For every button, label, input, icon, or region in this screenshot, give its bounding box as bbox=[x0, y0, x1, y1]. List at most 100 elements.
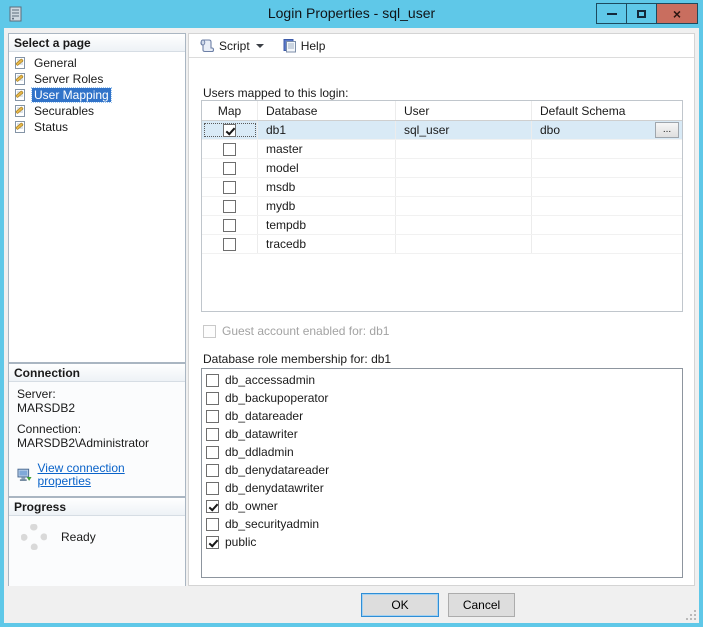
column-header-default-schema[interactable]: Default Schema bbox=[532, 101, 682, 120]
map-checkbox[interactable] bbox=[223, 161, 236, 175]
maximize-button[interactable] bbox=[626, 3, 657, 24]
script-dropdown-icon bbox=[255, 43, 264, 48]
table-row[interactable]: msdb bbox=[202, 178, 682, 197]
sidebar-item-label: User Mapping bbox=[31, 87, 112, 103]
default-schema-cell bbox=[532, 159, 682, 177]
sidebar-item-label: General bbox=[34, 56, 77, 70]
role-checkbox[interactable] bbox=[206, 535, 219, 549]
role-label: db_backupoperator bbox=[225, 391, 329, 405]
server-label: Server: bbox=[17, 387, 56, 401]
sidebar-item-status[interactable]: Status bbox=[11, 119, 183, 135]
close-icon: × bbox=[672, 5, 682, 22]
role-label: db_accessadmin bbox=[225, 373, 316, 387]
role-item-db_ddladmin[interactable]: db_ddladmin bbox=[202, 443, 682, 461]
default-schema-cell: dbo... bbox=[532, 121, 682, 139]
role-item-db_backupoperator[interactable]: db_backupoperator bbox=[202, 389, 682, 407]
script-button[interactable]: Script bbox=[195, 36, 268, 55]
map-cell bbox=[202, 178, 258, 196]
map-checkbox[interactable] bbox=[223, 237, 236, 251]
map-checkbox[interactable] bbox=[223, 218, 236, 232]
role-item-public[interactable]: public bbox=[202, 533, 682, 551]
page-icon bbox=[15, 73, 25, 85]
ok-button[interactable]: OK bbox=[361, 593, 439, 617]
sidebar-item-securables[interactable]: Securables bbox=[11, 103, 183, 119]
close-button[interactable]: × bbox=[656, 3, 698, 24]
select-page-header: Select a page bbox=[9, 34, 185, 52]
map-checkbox[interactable] bbox=[223, 199, 236, 213]
role-item-db_securityadmin[interactable]: db_securityadmin bbox=[202, 515, 682, 533]
column-header-map[interactable]: Map bbox=[202, 101, 258, 120]
browse-schema-button[interactable]: ... bbox=[655, 122, 679, 138]
map-checkbox[interactable] bbox=[223, 180, 236, 194]
role-checkbox[interactable] bbox=[206, 481, 219, 495]
database-cell: mydb bbox=[258, 197, 396, 215]
page-icon bbox=[15, 105, 25, 117]
progress-spinner-icon bbox=[21, 524, 47, 550]
role-checkbox[interactable] bbox=[206, 463, 219, 477]
role-item-db_accessadmin[interactable]: db_accessadmin bbox=[202, 371, 682, 389]
guest-account-row: Guest account enabled for: db1 bbox=[203, 324, 389, 338]
help-label: Help bbox=[300, 38, 326, 53]
user-cell: sql_user bbox=[396, 121, 532, 139]
sidebar-item-label: Server Roles bbox=[34, 72, 104, 86]
user-cell bbox=[396, 197, 532, 215]
page-icon bbox=[15, 121, 25, 133]
role-label: db_denydatawriter bbox=[225, 481, 324, 495]
column-header-database[interactable]: Database bbox=[258, 101, 396, 120]
role-checkbox[interactable] bbox=[206, 427, 219, 441]
role-checkbox[interactable] bbox=[206, 391, 219, 405]
maximize-icon bbox=[637, 9, 646, 18]
role-checkbox[interactable] bbox=[206, 517, 219, 531]
script-icon bbox=[200, 39, 215, 53]
help-button[interactable]: Help bbox=[278, 36, 330, 55]
table-row[interactable]: mydb bbox=[202, 197, 682, 216]
role-label: db_ddladmin bbox=[225, 445, 294, 459]
script-label: Script bbox=[219, 38, 250, 53]
database-cell: tempdb bbox=[258, 216, 396, 234]
connection-label: Connection: bbox=[17, 422, 82, 436]
role-item-db_denydatawriter[interactable]: db_denydatawriter bbox=[202, 479, 682, 497]
select-page-list: General Server Roles User Mapping Secura… bbox=[9, 52, 185, 138]
database-cell: msdb bbox=[258, 178, 396, 196]
role-item-db_datawriter[interactable]: db_datawriter bbox=[202, 425, 682, 443]
help-icon bbox=[283, 39, 296, 53]
role-checkbox[interactable] bbox=[206, 499, 219, 513]
sidebar-item-general[interactable]: General bbox=[11, 55, 183, 71]
database-cell: master bbox=[258, 140, 396, 158]
table-row[interactable]: master bbox=[202, 140, 682, 159]
select-page-panel: Select a page General Server Roles User … bbox=[8, 33, 186, 363]
role-checkbox[interactable] bbox=[206, 373, 219, 387]
default-schema-cell bbox=[532, 235, 682, 253]
role-label: db_owner bbox=[225, 499, 278, 513]
map-checkbox[interactable] bbox=[223, 123, 236, 137]
table-row[interactable]: tracedb bbox=[202, 235, 682, 254]
resize-grip[interactable] bbox=[686, 610, 696, 620]
role-label: db_denydatareader bbox=[225, 463, 330, 477]
role-item-db_owner[interactable]: db_owner bbox=[202, 497, 682, 515]
table-row[interactable]: tempdb bbox=[202, 216, 682, 235]
user-mapping-table: Map Database User Default Schema db1 sql_… bbox=[201, 100, 683, 312]
sidebar-item-label: Securables bbox=[34, 104, 95, 118]
view-connection-properties-label: View connection properties bbox=[37, 461, 125, 488]
table-row[interactable]: model bbox=[202, 159, 682, 178]
role-checkbox[interactable] bbox=[206, 409, 219, 423]
cancel-button[interactable]: Cancel bbox=[448, 593, 515, 617]
role-item-db_datareader[interactable]: db_datareader bbox=[202, 407, 682, 425]
role-checkbox[interactable] bbox=[206, 445, 219, 459]
column-header-user[interactable]: User bbox=[396, 101, 532, 120]
table-header-row: Map Database User Default Schema bbox=[202, 101, 682, 121]
dialog-body: Select a page General Server Roles User … bbox=[4, 28, 699, 623]
role-item-db_denydatareader[interactable]: db_denydatareader bbox=[202, 461, 682, 479]
database-cell: model bbox=[258, 159, 396, 177]
user-cell bbox=[396, 216, 532, 234]
map-cell bbox=[202, 140, 258, 158]
view-connection-properties-link[interactable]: View connection properties bbox=[17, 462, 177, 488]
map-checkbox[interactable] bbox=[223, 142, 236, 156]
sidebar-item-user-mapping[interactable]: User Mapping bbox=[11, 87, 183, 103]
table-row[interactable]: db1 sql_user dbo... bbox=[202, 121, 682, 140]
sidebar-item-server-roles[interactable]: Server Roles bbox=[11, 71, 183, 87]
minimize-icon bbox=[606, 12, 617, 15]
role-label: db_datawriter bbox=[225, 427, 298, 441]
map-cell bbox=[202, 197, 258, 215]
minimize-button[interactable] bbox=[596, 3, 627, 24]
